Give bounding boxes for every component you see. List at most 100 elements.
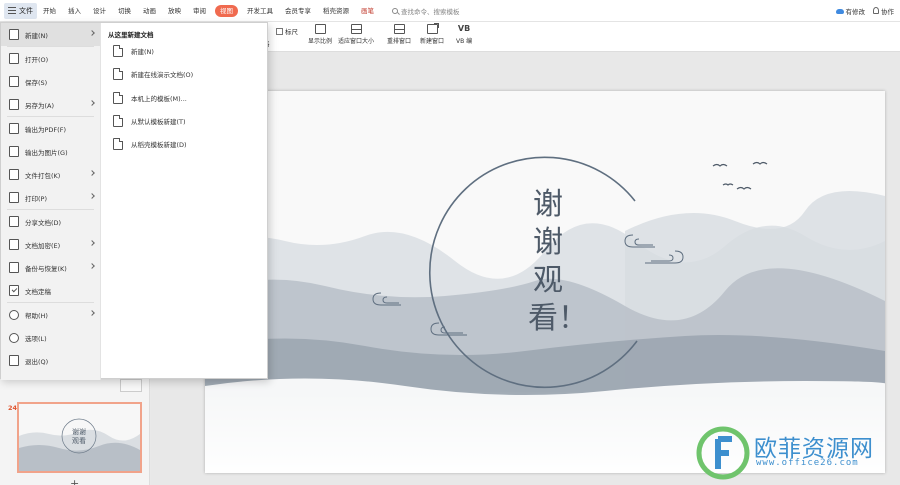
help-icon <box>9 309 19 320</box>
slide-thumbnail-active[interactable]: 谢谢 观看 <box>17 402 142 473</box>
file-menu-item[interactable]: 打开(O) <box>1 47 100 70</box>
collab-label: 协作 <box>881 7 894 16</box>
file-menu-item[interactable]: 文档定稿 <box>1 279 100 302</box>
menu-tab[interactable]: 动画 <box>137 0 162 22</box>
ruler-toggle[interactable]: 标尺 <box>276 26 298 36</box>
gear-icon <box>9 332 19 343</box>
menu-tab[interactable]: 设计 <box>87 0 112 22</box>
file-menu-item-label: 文档加密(E) <box>25 241 61 250</box>
new-submenu-title: 从这里新建文档 <box>108 31 154 39</box>
vb-editor-label: VB 编 <box>456 38 473 45</box>
file-menu-item-label: 文件打包(K) <box>25 171 61 180</box>
file-menu-list: 新建(N) 打开(O) 保存(S) 另存为(A) 输出为PDF(F) 输出为图片(G) 文件… <box>1 23 101 380</box>
file-menu-item-label: 打开(O) <box>25 55 49 64</box>
print-icon <box>9 192 19 203</box>
file-menu-button[interactable]: 文件 <box>4 2 37 19</box>
finalize-icon <box>9 285 19 296</box>
collab-button[interactable]: 协作 <box>873 6 894 16</box>
menu-tab[interactable]: 稻壳资源 <box>317 0 355 22</box>
ruler-label: 标尺 <box>285 28 298 36</box>
local-template-icon <box>113 92 123 104</box>
new-submenu-item-label: 新建在线演示文档(O) <box>131 71 194 79</box>
command-search[interactable]: 查找命令、搜索模板 <box>392 6 460 16</box>
watermark-logo-icon <box>696 426 750 480</box>
open-folder-icon <box>9 53 19 64</box>
lock-icon <box>9 239 19 250</box>
cloud-icon <box>835 8 844 14</box>
file-menu-item[interactable]: 输出为图片(G) <box>1 140 100 163</box>
new-doc-icon <box>9 29 19 40</box>
file-menu-item[interactable]: 另存为(A) <box>1 93 100 116</box>
fit-window-label: 适应窗口大小 <box>338 38 375 45</box>
menu-tab[interactable]: 审阅 <box>187 0 212 22</box>
file-menu-item-label: 新建(N) <box>25 31 48 40</box>
pdf-icon <box>9 123 19 134</box>
chevron-right-icon <box>89 193 95 199</box>
new-submenu-item-label: 本机上的模板(M)... <box>131 95 187 103</box>
rearrange-window-button[interactable]: 重排窗口 <box>387 24 411 45</box>
file-menu-item-label: 备份与恢复(K) <box>25 264 67 273</box>
file-menu-item[interactable]: 帮助(H) <box>1 303 100 326</box>
save-status-label: 有修改 <box>845 7 866 16</box>
new-submenu-item-label: 新建(N) <box>131 48 154 56</box>
file-menu-item[interactable]: 保存(S) <box>1 70 100 93</box>
backup-icon <box>9 262 19 273</box>
rearrange-window-icon <box>393 24 405 34</box>
add-slide-button[interactable]: + <box>70 477 79 485</box>
command-search-placeholder: 查找命令、搜索模板 <box>401 7 460 16</box>
file-menu-item[interactable]: 分享文档(D) <box>1 210 100 233</box>
site-watermark: 欧菲资源网 www.office26.com <box>696 425 896 485</box>
zoom-ratio-button[interactable]: 显示比例 <box>308 24 332 45</box>
vb-icon: VB <box>457 24 471 33</box>
vb-editor-button[interactable]: VB VB 编 <box>456 24 472 45</box>
menu-tab[interactable]: 会员专享 <box>279 0 317 22</box>
file-menu-item-label: 帮助(H) <box>25 311 48 320</box>
new-submenu-item[interactable]: 本机上的模板(M)... <box>113 92 187 104</box>
image-icon <box>9 146 19 157</box>
chevron-right-icon <box>89 240 95 246</box>
file-menu-item[interactable]: 文档加密(E) <box>1 233 100 256</box>
menu-tab[interactable]: 插入 <box>62 0 87 22</box>
file-menu-item[interactable]: 打印(P) <box>1 186 100 209</box>
new-submenu-item[interactable]: 从稻壳模板新建(D) <box>113 138 187 150</box>
thumbnail-landscape-icon: 谢谢 观看 <box>19 404 140 471</box>
new-window-button[interactable]: 新建窗口 <box>420 23 445 45</box>
save-as-icon <box>9 99 19 110</box>
fit-window-button[interactable]: 适应窗口大小 <box>338 24 374 45</box>
menu-tab[interactable]: 切换 <box>112 0 137 22</box>
ruler-checkbox[interactable] <box>276 27 283 35</box>
file-menu-item[interactable]: 备份与恢复(K) <box>1 256 100 279</box>
menu-tab[interactable]: 视图 <box>215 4 238 17</box>
slide-number: 24 <box>8 404 18 412</box>
docer-template-icon <box>113 138 123 150</box>
save-status[interactable]: 有修改 <box>835 6 866 16</box>
file-menu-item[interactable]: 退出(Q) <box>1 349 100 372</box>
menu-tab[interactable]: 开发工具 <box>241 0 279 22</box>
menu-tab[interactable]: 开始 <box>37 0 62 22</box>
file-menu-item[interactable]: 选项(L) <box>1 326 100 349</box>
file-menu-label: 文件 <box>19 6 33 15</box>
slide-editor[interactable]: 谢谢观看！ <box>205 91 885 473</box>
menu-tab[interactable]: 画笔 <box>355 0 380 22</box>
new-submenu-item[interactable]: 新建(N) <box>113 45 154 57</box>
share-icon <box>9 216 19 227</box>
slide-thanks-text[interactable]: 谢谢观看！ <box>528 186 588 338</box>
menu-tab[interactable]: 放映 <box>162 0 187 22</box>
new-submenu-item[interactable]: 从默认模板新建(T) <box>113 115 186 127</box>
default-template-icon <box>113 115 123 127</box>
file-menu-item[interactable]: 文件打包(K) <box>1 163 100 186</box>
new-submenu-item[interactable]: 新建在线演示文档(O) <box>113 68 193 80</box>
zoom-ratio-icon <box>314 24 326 34</box>
slide-thumbnail-prev[interactable] <box>120 379 142 392</box>
package-icon <box>9 169 19 180</box>
file-menu-item-label: 保存(S) <box>25 78 48 87</box>
chevron-right-icon <box>89 100 95 106</box>
file-menu-item-label: 分享文档(D) <box>25 218 62 227</box>
new-submenu-item-label: 从稻壳模板新建(D) <box>131 141 187 149</box>
file-menu-item[interactable]: 输出为PDF(F) <box>1 117 100 140</box>
file-menu-item[interactable]: 新建(N) <box>1 23 100 46</box>
file-menu-dropdown: 新建(N) 打开(O) 保存(S) 另存为(A) 输出为PDF(F) 输出为图片(G) 文件… <box>0 22 268 380</box>
new-submenu-item-label: 从默认模板新建(T) <box>131 118 186 126</box>
file-menu-item-label: 选项(L) <box>25 334 47 343</box>
new-window-label: 新建窗口 <box>420 38 445 45</box>
